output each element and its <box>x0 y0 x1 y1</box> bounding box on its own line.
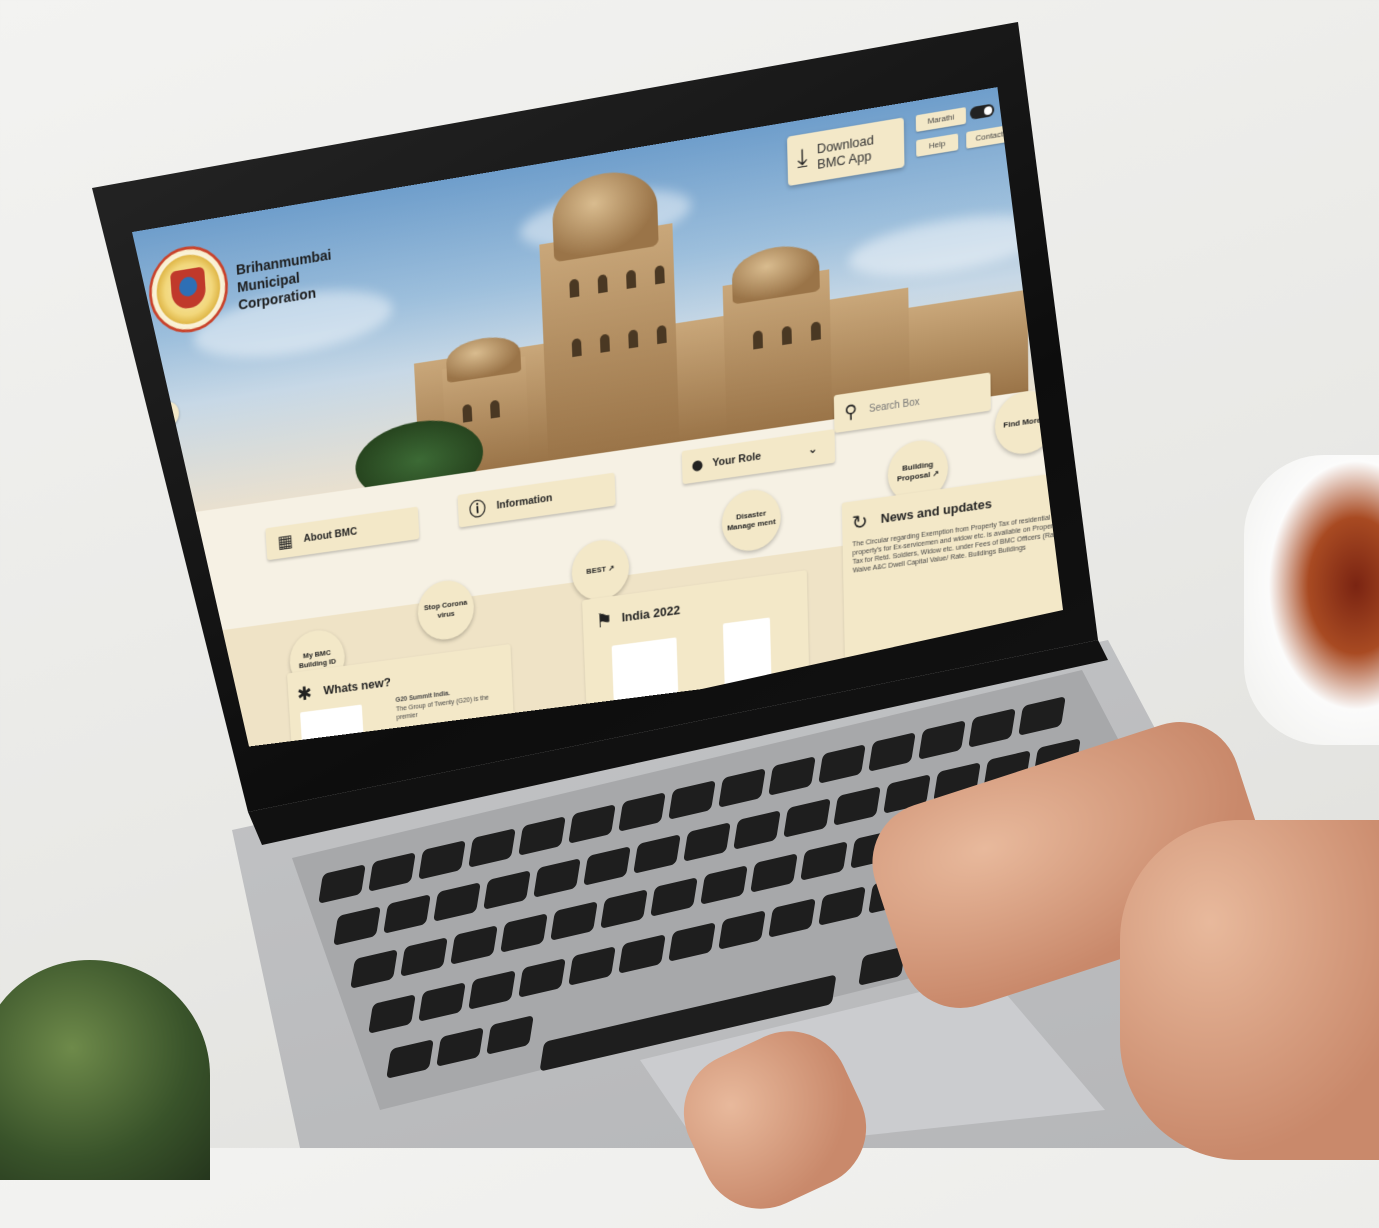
language-toggle[interactable] <box>969 103 995 120</box>
g20-thumbnail[interactable] <box>300 704 364 747</box>
india-2022-title: India 2022 <box>621 602 681 625</box>
chevron-down-icon: ⌄ <box>807 441 818 457</box>
about-bmc-label: About BMC <box>303 525 358 545</box>
about-bmc-tile[interactable]: ▦ About BMC <box>265 506 420 561</box>
alert-icon: ✱ <box>296 681 313 706</box>
azadi-amrit-thumbnail[interactable] <box>611 637 679 701</box>
history-icon: ↻ <box>851 509 869 535</box>
download-icon: ⤓ <box>796 143 808 174</box>
info-icon: ⓘ <box>468 498 487 522</box>
news-title: News and updates <box>880 495 992 526</box>
language-button[interactable]: Marathi <box>915 107 967 133</box>
whats-new-title: Whats new? <box>323 674 392 698</box>
download-app-button[interactable]: ⤓ Download BMC App <box>786 117 905 187</box>
download-app-label: Download BMC App <box>816 131 875 173</box>
flag-icon: ⚑ <box>595 607 613 633</box>
search-icon: ⚲ <box>844 400 858 424</box>
role-label: Your Role <box>712 450 762 470</box>
right-wrist <box>1120 820 1379 1160</box>
help-button[interactable]: Help <box>916 133 959 157</box>
building-icon: ▦ <box>276 530 294 553</box>
information-tile[interactable]: ⓘ Information <box>457 472 616 528</box>
search-input[interactable] <box>866 386 979 416</box>
user-icon: ● <box>691 456 704 475</box>
information-label: Information <box>496 492 553 512</box>
disaster-management-link[interactable]: Disaster Manage ment <box>720 486 782 555</box>
